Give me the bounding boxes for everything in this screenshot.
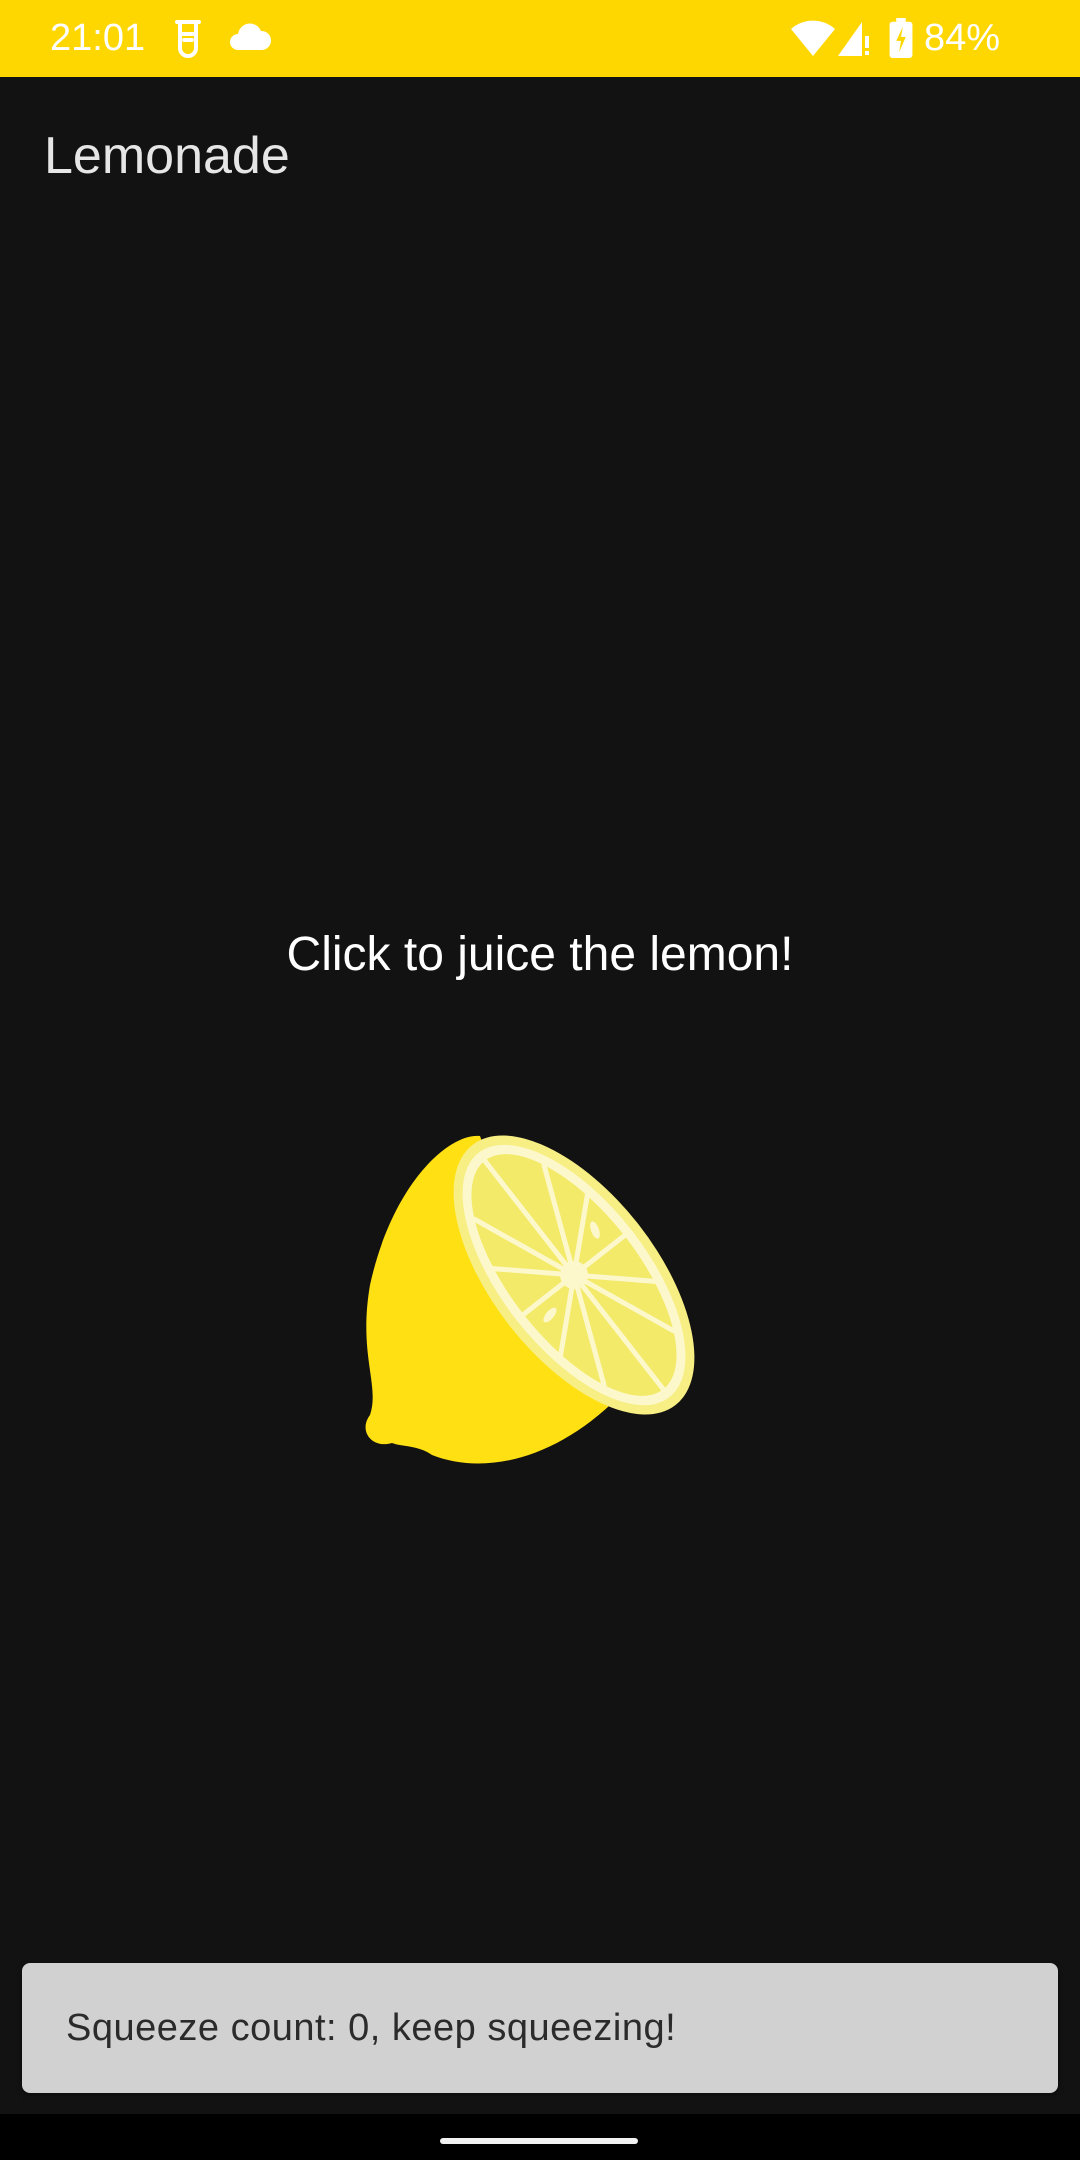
wifi-icon [791,20,835,56]
snackbar: Squeeze count: 0, keep squeezing! [22,1963,1058,2093]
app-title: Lemonade [44,127,290,185]
beaker-icon [175,20,201,58]
cloud-icon [230,23,272,50]
lemon-squeeze-icon [365,1135,695,1464]
lemon-image-button[interactable] [340,1125,740,1525]
battery-charging-icon [889,18,913,58]
signal-icon [838,22,869,56]
battery-percentage: 84% [924,17,1001,59]
snackbar-message: Squeeze count: 0, keep squeezing! [66,2007,677,2049]
navigation-bar [0,2114,1080,2160]
status-bar: 21:01 84% [0,0,1080,77]
status-time: 21:01 [50,17,146,59]
home-gesture-handle[interactable] [440,2138,638,2144]
instruction-text: Click to juice the lemon! [286,928,794,981]
